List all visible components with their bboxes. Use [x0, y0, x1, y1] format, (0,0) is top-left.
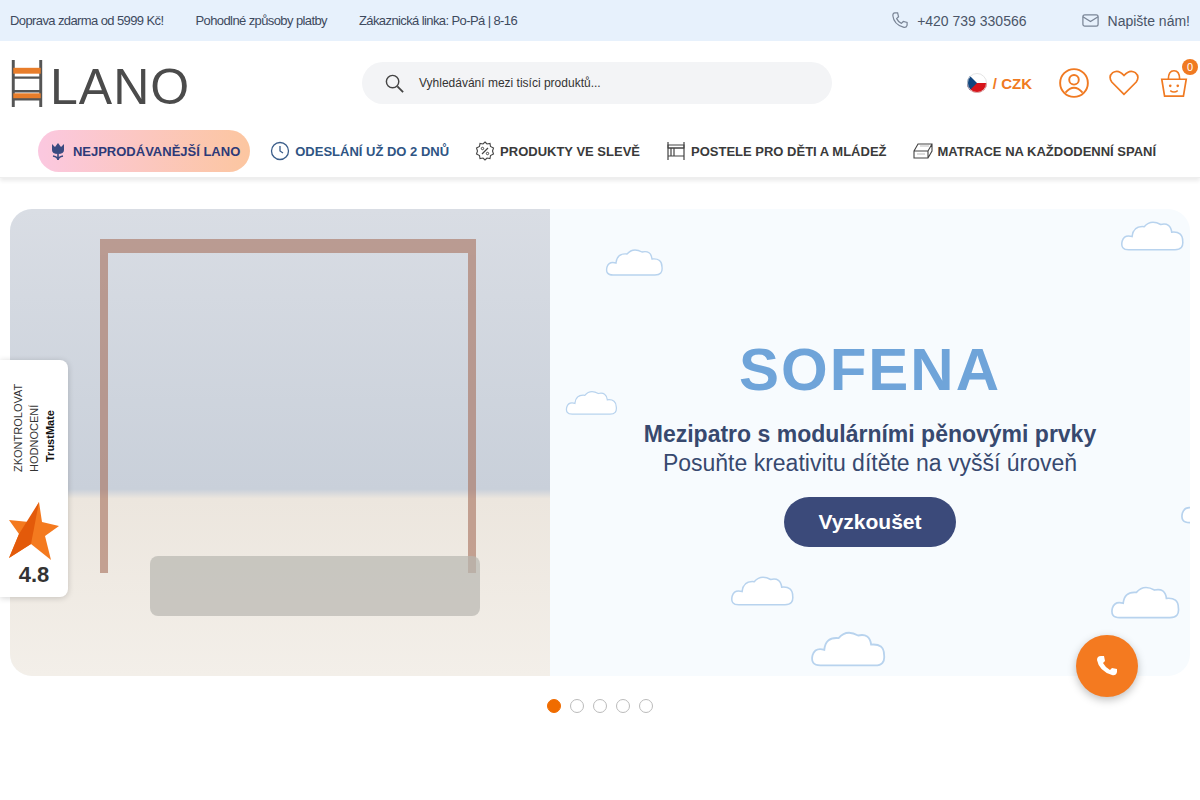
clock-icon — [270, 141, 290, 161]
carousel-dot[interactable] — [547, 699, 561, 713]
carousel-dot[interactable] — [593, 699, 607, 713]
top-bar-link[interactable]: Zákaznická linka: Po-Pá | 8-16 — [359, 13, 517, 28]
cloud-icon — [730, 574, 796, 609]
carousel-dot[interactable] — [639, 699, 653, 713]
cloud-icon — [605, 247, 665, 279]
rating-brand: TrustMate — [43, 372, 57, 472]
phone-icon — [1095, 654, 1119, 678]
phone-link[interactable]: +420 739 330566 — [890, 11, 1026, 30]
user-icon[interactable] — [1058, 67, 1090, 99]
rating-label: HODNOCENÍ — [27, 372, 41, 472]
rating-label: ZKONTROLOVAT — [11, 372, 25, 472]
header: LANO Vyhledávání mezi tisíci produktů...… — [0, 41, 1200, 125]
banner-title: SOFENA — [739, 337, 1001, 403]
carousel-dots — [10, 699, 1190, 713]
phone-icon — [890, 11, 909, 30]
cart-button[interactable]: 0 — [1158, 67, 1190, 99]
cart-count-badge: 0 — [1182, 59, 1198, 75]
banner-photo — [10, 209, 550, 676]
hero-banner[interactable]: SOFENA Mezipatro s modulárními pěnovými … — [10, 209, 1190, 676]
cloud-icon — [565, 389, 619, 418]
search-field[interactable]: Vyhledávání mezi tisíci produktů... — [362, 62, 832, 104]
rating-widget[interactable]: ZKONTROLOVAT HODNOCENÍ TrustMate 4.8 — [0, 360, 68, 597]
nav-item[interactable]: NEJPRODÁVANĚJŠÍ LANO — [38, 130, 250, 172]
banner-content: SOFENA Mezipatro s modulárními pěnovými … — [550, 209, 1190, 676]
page: Doprava zdarma od 5999 Kč! Pohodlné způso… — [0, 0, 1200, 800]
discount-icon — [475, 141, 495, 161]
rating-score: 4.8 — [19, 562, 50, 588]
logo[interactable]: LANO — [10, 58, 362, 109]
cloud-icon — [1110, 584, 1182, 622]
currency-selector[interactable]: / CZK — [967, 73, 1032, 93]
top-bar-link[interactable]: Pohodlné způsoby platby — [196, 13, 327, 28]
nav-item[interactable]: ODESLÁNÍ UŽ DO 2 DNŮ — [264, 130, 455, 172]
main-nav: NEJPRODÁVANĚJŠÍ LANO ODESLÁNÍ UŽ DO 2 DN… — [0, 125, 1200, 178]
mail-icon — [1081, 11, 1100, 30]
nav-item[interactable]: MATRACE NA KAŽDODENNÍ SPANÍ — [907, 130, 1163, 172]
nav-item[interactable]: PRODUKTY VE SLEVĚ — [469, 130, 646, 172]
top-bar: Doprava zdarma od 5999 Kč! Pohodlné způso… — [0, 0, 1200, 41]
nav-item[interactable]: POSTELE PRO DĚTI A MLÁDEŽ — [660, 130, 893, 172]
bunk-bed-icon — [10, 58, 44, 109]
mattress-icon — [913, 141, 933, 161]
contact-link[interactable]: Napište nám! — [1081, 11, 1190, 30]
tulip-icon — [48, 141, 68, 161]
call-button[interactable] — [1076, 635, 1138, 697]
heart-icon[interactable] — [1108, 67, 1140, 99]
cloud-icon — [1120, 219, 1186, 254]
top-bar-link[interactable]: Doprava zdarma od 5999 Kč! — [10, 13, 164, 28]
cloud-icon — [810, 629, 888, 671]
czech-flag-icon — [967, 73, 987, 93]
cloud-icon — [1180, 489, 1190, 527]
banner-heading: Mezipatro s modulárními pěnovými prvky — [644, 421, 1096, 448]
star-icon — [9, 502, 59, 560]
search-icon — [384, 73, 405, 94]
banner-button[interactable]: Vyzkoušet — [784, 497, 956, 547]
bunk-bed-icon — [666, 141, 686, 161]
banner-subheading: Posuňte kreativitu dítěte na vyšší úrove… — [663, 450, 1077, 477]
carousel-dot[interactable] — [570, 699, 584, 713]
carousel-dot[interactable] — [616, 699, 630, 713]
